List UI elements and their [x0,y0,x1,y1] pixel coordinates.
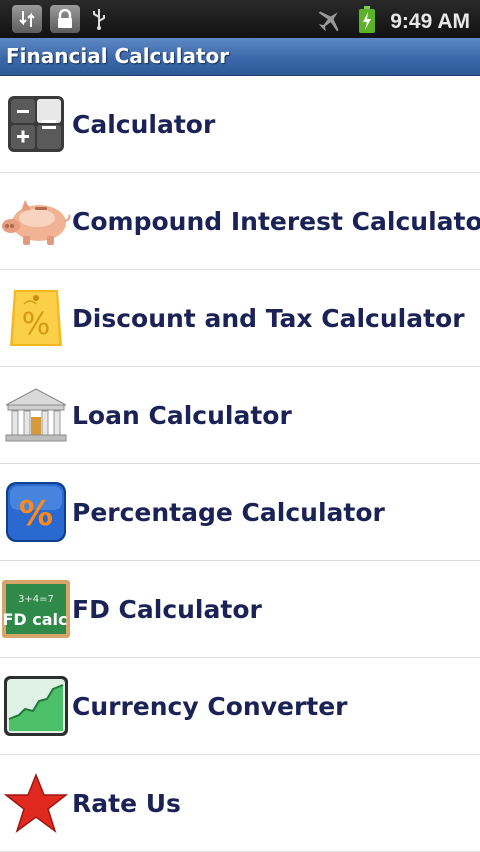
menu-item-label: Calculator [72,109,216,139]
menu-item-currency-converter[interactable]: Currency Converter [0,658,480,755]
svg-text:%: % [19,494,53,534]
sync-icon [12,5,42,33]
title-bar: Financial Calculator [0,38,480,76]
calculator-menu-list: Calculator Compound Interest Calculator [0,76,480,852]
piggy-bank-icon [0,186,72,256]
menu-item-label: Percentage Calculator [72,497,385,527]
svg-text:%: % [22,307,51,342]
status-bar: 9:49 AM [0,0,480,38]
menu-item-label: Rate Us [72,788,181,818]
chart-icon [0,671,72,741]
menu-item-calculator[interactable]: Calculator [0,76,480,173]
menu-item-label: Currency Converter [72,691,348,721]
usb-icon [88,5,110,33]
menu-item-label: FD Calculator [72,594,262,624]
menu-item-compound-interest[interactable]: Compound Interest Calculator [0,173,480,270]
menu-item-loan[interactable]: Loan Calculator [0,367,480,464]
menu-item-fd[interactable]: 3+4=7 FD calc FD Calculator [0,561,480,658]
airplane-mode-icon [316,8,344,36]
menu-item-percentage[interactable]: % Percentage Calculator [0,464,480,561]
discount-tag-icon: % [0,283,72,353]
svg-text:FD calc: FD calc [2,610,67,629]
menu-item-discount-tax[interactable]: % Discount and Tax Calculator [0,270,480,367]
bank-icon [0,380,72,450]
percent-icon: % [0,477,72,547]
app-title: Financial Calculator [6,44,230,68]
battery-charging-icon [358,6,376,38]
menu-item-label: Compound Interest Calculator [72,206,480,236]
clock: 9:49 AM [390,10,470,33]
chalkboard-icon: 3+4=7 FD calc [0,574,72,644]
lock-icon [50,5,80,33]
star-icon [0,768,72,838]
calculator-icon [0,89,72,159]
menu-item-rate-us[interactable]: Rate Us [0,755,480,852]
svg-text:3+4=7: 3+4=7 [18,594,54,605]
menu-item-label: Loan Calculator [72,400,292,430]
menu-item-label: Discount and Tax Calculator [72,303,465,333]
